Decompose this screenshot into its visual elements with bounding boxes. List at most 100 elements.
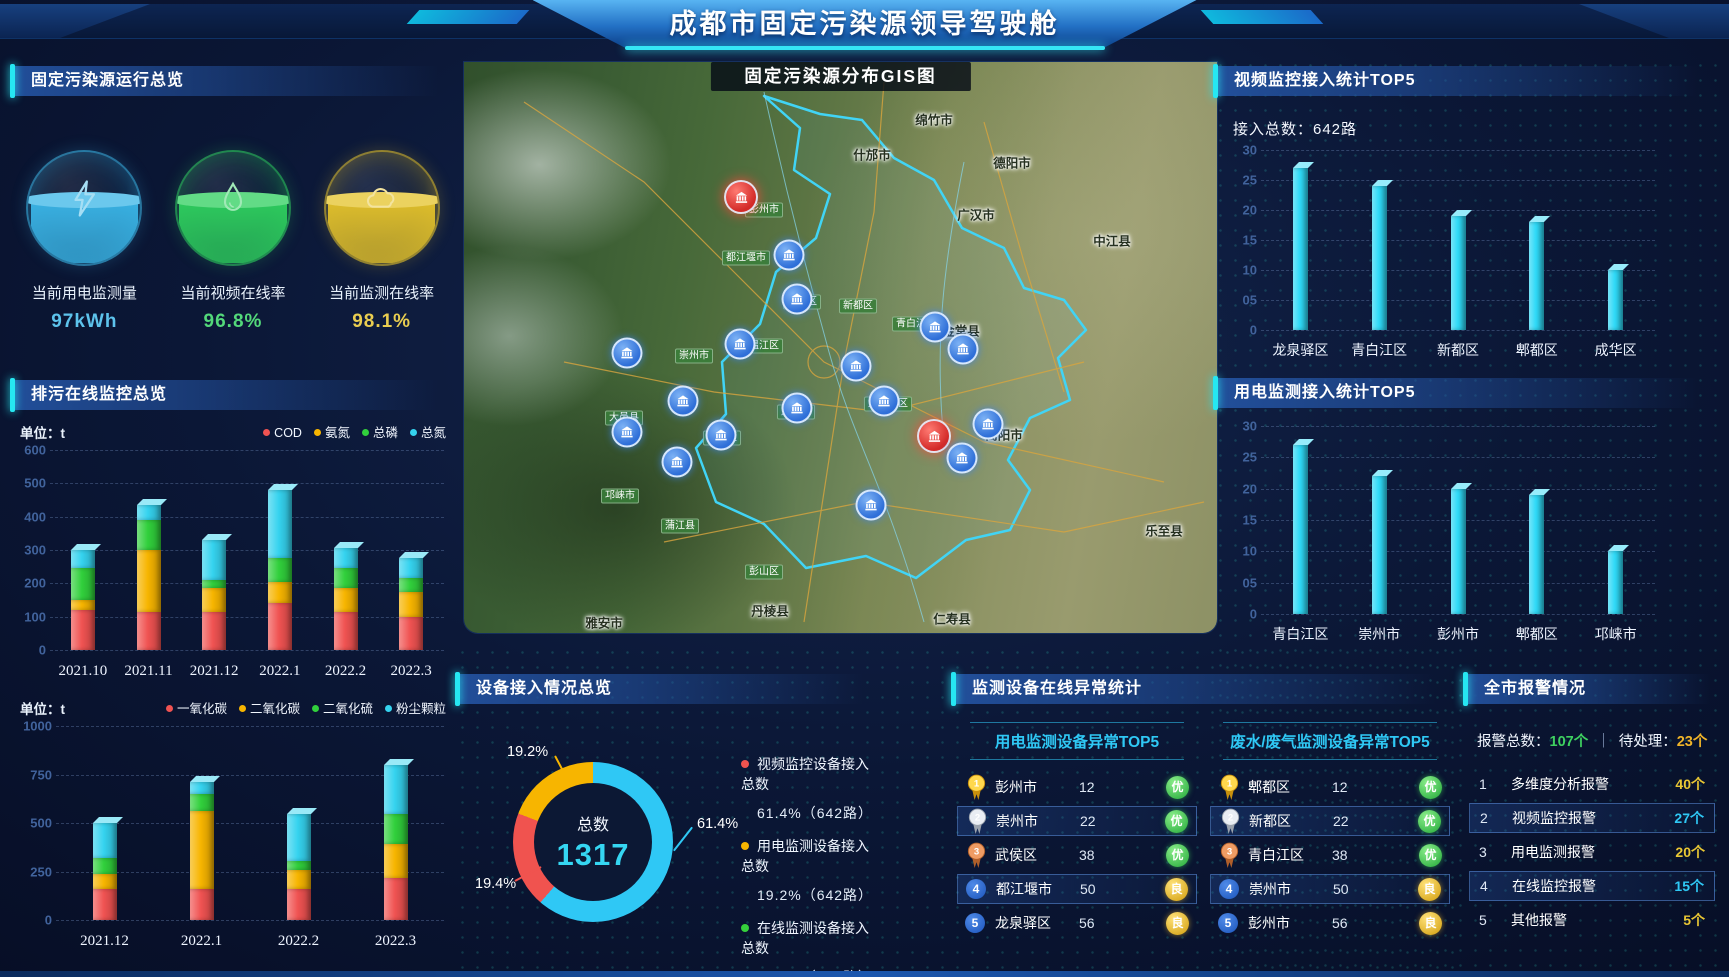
alarm-row[interactable]: 5其他报警5个 [1469, 906, 1715, 934]
chart-meta: 单位：t一氧化碳二氧化碳二氧化硫粉尘颗粒 [20, 698, 446, 718]
bar-segment [384, 878, 408, 920]
gridline [50, 450, 444, 451]
abnormal-row[interactable]: 2崇州市22优 [957, 806, 1197, 836]
region-name: 新都区 [1249, 811, 1333, 831]
pollution-site-marker[interactable] [706, 420, 737, 451]
pollution-site-marker[interactable] [948, 334, 979, 365]
y-tick-label: 400 [16, 509, 46, 524]
alarm-pending-value: 23个 [1677, 734, 1708, 750]
gauge-sphere [324, 150, 440, 266]
donut-legend: 视频监控设备接入总数61.4%（642路） 用电监测设备接入总数19.2%（642… [741, 754, 880, 977]
pollution-site-marker[interactable] [612, 417, 643, 448]
y-tick-label: 1000 [22, 719, 52, 734]
bar-segment [334, 548, 358, 568]
pollution-site-marker[interactable] [841, 351, 872, 382]
gis-map-panel: 固定污染源分布GIS图 绵竹市什邡市德阳市广汉市中江县金堂县简阳市乐至县仁寿县丹… [464, 62, 1217, 633]
bar-top-cap [1529, 489, 1550, 495]
y-tick-label: 30 [1227, 143, 1257, 158]
alarm-row[interactable]: 3用电监测报警20个 [1469, 838, 1715, 866]
donut-center-value: 1317 [557, 837, 630, 873]
abnormal-row[interactable]: 4都江堰市50良 [957, 874, 1197, 904]
legend-item[interactable]: 氨氮 [314, 422, 350, 441]
bar-segment [1372, 476, 1387, 614]
pollution-site-marker[interactable] [920, 312, 951, 343]
bar-segment [399, 558, 423, 578]
pollution-site-marker[interactable] [973, 409, 1004, 440]
legend-name: 在线监测设备接入总数 [741, 918, 880, 958]
alarm-rank: 2 [1480, 810, 1512, 826]
donut-callout-label: 19.2% [507, 744, 548, 760]
pollution-site-marker[interactable] [725, 329, 756, 360]
alarm-site-marker[interactable] [724, 180, 758, 214]
y-tick-label: 500 [16, 476, 46, 491]
legend-item[interactable]: 二氧化硫 [312, 698, 373, 717]
alarm-count: 5个 [1683, 910, 1705, 930]
header-accent-bar [10, 378, 15, 412]
pollution-site-marker[interactable] [668, 386, 699, 417]
gauge-sphere [175, 150, 291, 266]
alarm-site-marker[interactable] [917, 419, 951, 453]
donut-legend-item[interactable]: 用电监测设备接入总数19.2%（642路） [741, 836, 880, 905]
alarm-row[interactable]: 2视频监控报警27个 [1469, 803, 1715, 833]
region-name: 彭州市 [995, 777, 1079, 797]
legend-item[interactable]: 一氧化碳 [166, 698, 227, 717]
abnormal-row[interactable]: 5彭州市56良 [1210, 909, 1450, 937]
gridline [1261, 426, 1655, 427]
legend-item[interactable]: 总磷 [362, 422, 398, 441]
gauge-value: 96.8% [160, 311, 306, 333]
rank-cell: 1 [1218, 774, 1248, 801]
gauge-label: 当前监测在线率 [309, 282, 455, 303]
pollution-site-marker[interactable] [869, 386, 900, 417]
medal-rank-icon: 3 [965, 842, 988, 869]
plot-area: 0051015202530青白江区崇州市彭州市郫都区邛崃市 [1261, 426, 1655, 614]
dashboard: 成都市固定污染源领导驾驶舱 固定污染源运行总览 当前用电监测量97kWh当前视频… [0, 0, 1729, 977]
abnormal-row[interactable]: 1彭州市12优 [957, 773, 1197, 801]
alarm-row[interactable]: 4在线监控报警15个 [1469, 871, 1715, 901]
legend-item[interactable]: 二氧化碳 [239, 698, 300, 717]
abnormal-row[interactable]: 1郫都区12优 [1210, 773, 1450, 801]
alarm-row[interactable]: 1多维度分析报警40个 [1469, 770, 1715, 798]
abnormal-row[interactable]: 3青白江区38优 [1210, 841, 1450, 869]
abnormal-row[interactable]: 2新都区22优 [1210, 806, 1450, 836]
legend-item[interactable]: 粉尘颗粒 [385, 698, 446, 717]
video-total-label: 接入总数：642路 [1233, 118, 1357, 139]
abnormal-row[interactable]: 3武侯区38优 [957, 841, 1197, 869]
y-tick-label: 200 [16, 576, 46, 591]
abnormal-row[interactable]: 5龙泉驿区56良 [957, 909, 1197, 937]
alarm-rank: 5 [1479, 912, 1511, 928]
alarm-type-name: 视频监控报警 [1512, 808, 1596, 828]
gridline [1261, 614, 1655, 615]
legend-item[interactable]: COD [263, 426, 302, 440]
bar-segment [190, 889, 214, 920]
device-donut-chart: 总数 1317 [513, 762, 673, 922]
gauge-value: 98.1% [309, 311, 455, 333]
gauge: 当前视频在线率96.8% [160, 150, 306, 333]
pollution-site-marker[interactable] [782, 284, 813, 315]
map-town-label: 彭山区 [745, 565, 783, 580]
separator: ｜ [1596, 734, 1611, 750]
pollution-site-marker[interactable] [947, 443, 978, 474]
pollution-site-marker[interactable] [662, 447, 693, 478]
status-badge: 良 [1165, 878, 1188, 901]
donut-legend-item[interactable]: 视频监控设备接入总数61.4%（642路） [741, 754, 880, 823]
panel-pollution-overview: 固定污染源运行总览 当前用电监测量97kWh当前视频在线率96.8%当前监测在线… [10, 62, 456, 352]
alarm-rank: 4 [1480, 878, 1512, 894]
rank-cell: 2 [1219, 808, 1249, 835]
rank-cell: 1 [965, 774, 995, 801]
gauge-label: 当前用电监测量 [11, 282, 157, 303]
bar-top-cap [268, 484, 298, 490]
pollution-site-marker[interactable] [782, 393, 813, 424]
bar-top-cap [202, 534, 232, 540]
legend-dot-icon [166, 705, 173, 712]
rank-number-icon: 4 [966, 879, 986, 899]
donut-legend-item[interactable]: 在线监测设备接入总数19.4%（642路） [741, 918, 880, 977]
panel-abnormal-stats: 监测设备在线异常统计 用电监测设备异常TOP51彭州市12优2崇州市22优3武侯… [951, 670, 1456, 972]
pollution-site-marker[interactable] [612, 338, 643, 369]
status-badge: 优 [1419, 776, 1442, 799]
map-city-label: 仁寿县 [933, 609, 971, 628]
legend-dot-icon [741, 842, 749, 850]
legend-item[interactable]: 总氮 [410, 422, 446, 441]
abnormal-row[interactable]: 4崇州市50良 [1210, 874, 1450, 904]
pollution-site-marker[interactable] [856, 490, 887, 521]
pollution-site-marker[interactable] [774, 240, 805, 271]
